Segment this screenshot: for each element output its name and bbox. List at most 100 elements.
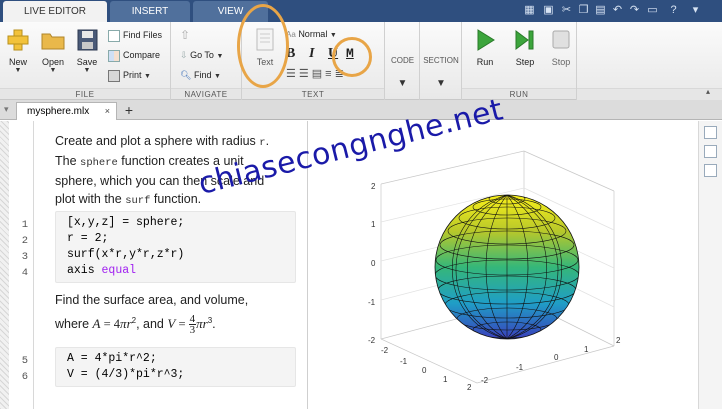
undo-icon[interactable]: ↶ <box>610 3 625 18</box>
code-block-1[interactable]: [x,y,z] = sphere; r = 2; surf(x*r,y*r,z*… <box>55 211 296 283</box>
step-button[interactable]: Step <box>510 28 540 67</box>
code-group[interactable]: CODE ▼ <box>385 22 420 100</box>
find-label: Find <box>193 70 212 80</box>
save-button[interactable]: Save ▼ <box>72 28 102 74</box>
file-tab-mysphere[interactable]: mysphere.mlx × <box>16 102 117 120</box>
file-tab-label: mysphere.mlx <box>27 106 90 117</box>
chevron-down-icon: ▼ <box>329 32 337 39</box>
line-number: 4 <box>21 267 28 279</box>
file-group: New ▼ Open ▼ Save ▼ Find Files Compare P… <box>0 22 171 100</box>
hide-output-icon[interactable] <box>704 164 717 177</box>
add-tab-button[interactable]: + <box>120 103 138 119</box>
paragraph-line: Find the surface area, and volume, <box>55 293 249 307</box>
find-files-icon <box>108 29 120 42</box>
italic-button[interactable]: I <box>309 46 314 62</box>
step-icon <box>515 30 534 50</box>
search-icon: 🔍︎ <box>180 70 192 80</box>
chevron-down-icon: ▼ <box>216 53 224 60</box>
navigate-group-label: NAVIGATE <box>171 88 241 99</box>
output-inline-icon[interactable] <box>704 126 717 139</box>
x-axis-ticks: -2 -1 0 1 2 <box>381 346 472 392</box>
code-line: axis equal <box>67 264 137 277</box>
output-view-toolbar <box>698 121 722 409</box>
chevron-down-icon: ▼ <box>436 78 446 89</box>
x-tick-label: 1 <box>443 375 448 384</box>
play-icon <box>477 29 495 51</box>
numbered-list-icon: ☰ <box>298 68 312 80</box>
tab-insert[interactable]: INSERT <box>110 1 190 22</box>
text-group-label: TEXT <box>242 88 384 99</box>
ribbon: New ▼ Open ▼ Save ▼ Find Files Compare P… <box>0 4 722 100</box>
close-tab-icon[interactable]: × <box>105 103 110 120</box>
open-label: Open <box>41 57 65 67</box>
stop-label: Stop <box>551 57 571 67</box>
back-forward-buttons[interactable]: ⇧ <box>180 27 190 43</box>
style-select[interactable]: Aa Normal ▼ <box>286 26 337 42</box>
folder-icon <box>41 33 65 50</box>
find-button[interactable]: 🔍︎ Find ▼ <box>180 67 221 83</box>
ribbon-label-strip <box>577 88 722 100</box>
chevron-down-icon: ▼ <box>397 78 408 89</box>
y-tick-label: 2 <box>616 336 621 345</box>
y-tick-label: -1 <box>516 363 524 372</box>
dock-icon[interactable]: ▦ <box>522 3 537 18</box>
title-bar: LIVE EDITOR INSERT VIEW ▦ ▣ ✂ ❐ ▤ ↶ ↷ ▭ … <box>0 0 722 22</box>
paste-icon[interactable]: ▤ <box>593 3 608 18</box>
printer-icon <box>108 69 120 82</box>
floppy-disk-icon <box>77 29 98 51</box>
figure-output-pane[interactable]: 2 1 0 -1 -2 -2 -1 0 1 2 2 1 0 -1 -2 <box>309 121 698 409</box>
print-label: Print <box>123 70 142 80</box>
y-tick-label: -2 <box>481 376 489 385</box>
section-group-label: SECTION <box>423 56 459 65</box>
chevron-down-icon: ▼ <box>83 67 91 74</box>
z-tick-label: 0 <box>371 259 376 268</box>
z-tick-label: -2 <box>368 336 376 345</box>
redo-icon[interactable]: ↷ <box>627 3 642 18</box>
z-tick-label: 1 <box>371 220 376 229</box>
highlight-circle-monospace-button <box>332 37 372 77</box>
open-button[interactable]: Open ▼ <box>36 28 70 74</box>
save-label: Save <box>76 57 98 67</box>
x-tick-label: 2 <box>467 383 472 392</box>
new-button[interactable]: New ▼ <box>2 28 34 74</box>
tab-live-editor[interactable]: LIVE EDITOR <box>3 1 107 22</box>
section-group[interactable]: SECTION ▼ <box>420 22 462 100</box>
align-center-icon: ≡ <box>325 68 335 80</box>
switch-windows-icon[interactable]: ▭ <box>645 3 660 18</box>
stop-button[interactable]: Stop <box>546 28 576 67</box>
line-number: 1 <box>21 219 28 231</box>
compare-button[interactable]: Compare <box>108 47 160 63</box>
chevron-down-icon: ▼ <box>144 73 151 80</box>
text-paragraph-2[interactable]: Find the surface area, and volume, where… <box>55 291 249 336</box>
output-right-icon[interactable] <box>704 145 717 158</box>
highlight-circle-text-button <box>237 4 289 88</box>
line-number: 6 <box>21 371 28 383</box>
run-button[interactable]: Run <box>470 28 500 67</box>
code-line: surf(x*r,y*r,z*r) <box>67 248 185 261</box>
up-arrow-icon: ⇧ <box>180 28 191 42</box>
document-tab-bar: ▾ mysphere.mlx × + <box>0 100 722 120</box>
code-group-label: CODE <box>390 56 415 65</box>
code-block-2[interactable]: A = 4*pi*r^2; V = (4/3)*pi*r^3; <box>55 347 296 387</box>
collapse-ribbon-icon[interactable]: ▾ <box>688 3 703 18</box>
help-icon[interactable]: ? <box>666 3 681 18</box>
find-files-button[interactable]: Find Files <box>108 27 162 43</box>
compare-icon <box>108 49 120 62</box>
line-number: 2 <box>21 235 28 247</box>
sphere-plot[interactable]: 2 1 0 -1 -2 -2 -1 0 1 2 2 1 0 -1 -2 <box>309 121 698 409</box>
y-tick-label: 0 <box>554 353 559 362</box>
new-icon <box>7 29 29 51</box>
go-to-button[interactable]: ⇩ Go To ▼ <box>180 47 223 63</box>
go-to-label: Go To <box>190 50 214 60</box>
run-label: Run <box>476 57 494 67</box>
go-to-icon: ⇩ <box>180 50 188 60</box>
print-button[interactable]: Print ▼ <box>108 67 151 83</box>
ribbon-options-icon[interactable]: ▴ <box>706 87 710 96</box>
new-label: New <box>8 57 27 67</box>
tab-list-icon[interactable]: ▾ <box>4 104 9 115</box>
copy-icon[interactable]: ❐ <box>576 3 591 18</box>
code-line: [x,y,z] = sphere; <box>67 216 185 229</box>
save-quick-icon[interactable]: ▣ <box>541 3 556 18</box>
z-tick-label: 2 <box>371 182 376 191</box>
cut-icon[interactable]: ✂ <box>559 3 574 18</box>
